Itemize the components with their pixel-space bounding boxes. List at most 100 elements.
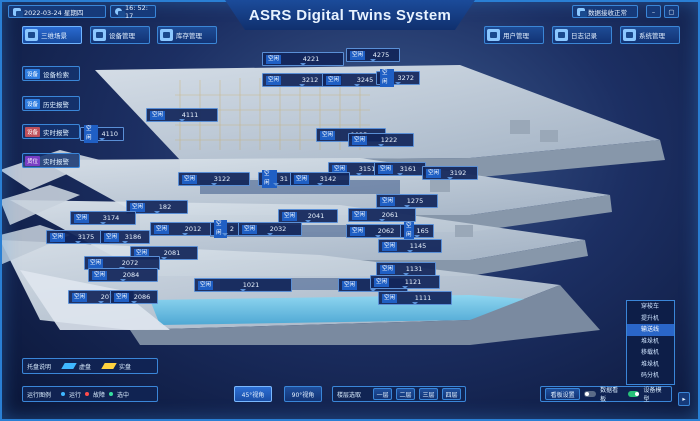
slot-status-badge: 空闲 [380, 69, 395, 87]
run-legend-title: 运行图例 [27, 391, 52, 399]
slot-status-badge: 空闲 [380, 196, 396, 206]
slot-number: 3272 [397, 74, 414, 82]
app-title-bar: ASRS Digital Twins System [225, 0, 475, 30]
slot-label[interactable]: 空闲 1275 [376, 194, 438, 208]
view-90-button[interactable]: 90°视角 [284, 386, 322, 402]
slot-label[interactable]: 空闲 31 [258, 170, 294, 188]
board-settings-button[interactable]: 看板设置 [545, 388, 581, 400]
slot-number: 1111 [414, 294, 432, 302]
selected-color-icon [109, 392, 114, 396]
slot-label[interactable]: 空闲 2084 [88, 268, 158, 282]
slot-number: 1121 [404, 278, 422, 286]
slot-status-badge: 空闲 [378, 164, 394, 174]
slot-status-badge: 空闲 [350, 226, 366, 236]
collapse-icon: ▸ [682, 395, 686, 403]
device-menu-item[interactable]: 提升机 [627, 313, 674, 325]
nav-3d-scene[interactable]: 三维场景 [22, 26, 82, 44]
slot-status-badge: 空闲 [262, 170, 277, 188]
device-menu-item[interactable]: 移载机 [627, 347, 674, 359]
slot-label[interactable]: 空闲 2032 [238, 222, 302, 236]
slot-label[interactable]: 空闲 1021 [194, 278, 292, 292]
date-text: 2022-03-24 星期四 [24, 8, 84, 17]
slot-status-badge: 空闲 [382, 293, 398, 303]
device-menu-item[interactable]: 输送线 [627, 324, 674, 336]
slot-status-badge: 空闲 [88, 258, 104, 268]
slot-label[interactable]: 空闲 3122 [178, 172, 250, 186]
nav-device-management[interactable]: 设备管理 [90, 26, 150, 44]
device-type-menu: 穿梭车 提升机 输送线 堆垛机 移载机 堆垛机 码分机 [626, 300, 675, 385]
nav-label: 用户管理 [503, 32, 529, 40]
slot-label[interactable]: 空闲 2041 [278, 209, 338, 223]
running-color-icon [61, 392, 66, 396]
floor-4-button[interactable]: 四层 [442, 388, 462, 400]
slot-number: 1275 [406, 197, 424, 205]
maximize-button[interactable]: ▢ [664, 5, 679, 18]
sidebar-label: 设备检索 [43, 70, 70, 79]
floor-2-button[interactable]: 二层 [396, 388, 416, 400]
sidebar-device-realtime-alarm[interactable]: 设备 实时报警 [22, 124, 80, 139]
slot-label[interactable]: 空闲 4110 [80, 125, 124, 143]
slot-label[interactable]: 空闲 1111 [378, 291, 452, 305]
slot-label[interactable]: 空闲 2061 [348, 208, 416, 222]
inventory-icon [160, 29, 173, 41]
minimize-icon: – [651, 7, 656, 16]
floor-3-button[interactable]: 三层 [419, 388, 439, 400]
slot-number: 1131 [405, 265, 423, 273]
slot-number: 2084 [122, 271, 140, 279]
nav-log-records[interactable]: 日志记录 [552, 26, 612, 44]
nav-user-management[interactable]: 用户管理 [484, 26, 544, 44]
nav-system-management[interactable]: 系统管理 [620, 26, 680, 44]
floor-1-button[interactable]: 一层 [373, 388, 393, 400]
slot-label[interactable]: 空闲 3186 [100, 230, 150, 244]
slot-status-badge: 空闲 [84, 125, 99, 143]
view-45-button[interactable]: 45°视角 [234, 386, 272, 402]
sidebar-tag: 设备 [25, 98, 41, 109]
slot-number: 3161 [399, 165, 417, 173]
slot-label[interactable]: 空闲 1131 [376, 262, 436, 276]
slot-label[interactable]: 空闲 1145 [378, 239, 442, 253]
floor-selector: 楼层选取 一层 二层 三层 四层 [332, 386, 466, 402]
slot-status-badge: 空闲 [352, 210, 368, 220]
slot-status-badge: 空闲 [114, 292, 130, 302]
slot-label[interactable]: 空闲 3142 [290, 172, 350, 186]
slot-label[interactable]: 空闲 2086 [110, 290, 158, 304]
device-menu-item[interactable]: 堆垛机 [627, 359, 674, 371]
minimize-button[interactable]: – [646, 5, 661, 18]
sidebar-slot-realtime-alarm[interactable]: 货位 实时报警 [22, 153, 80, 168]
time-text: 16: 52: 17 [125, 3, 148, 20]
device-model-toggle[interactable] [627, 391, 640, 397]
slot-label[interactable]: 空闲 2 [210, 220, 240, 238]
slot-status-badge: 空闲 [350, 50, 366, 60]
slot-label[interactable]: 空闲 3192 [422, 166, 478, 180]
empty-pallet-label: 虚盘 [79, 363, 92, 371]
data-board-toggle[interactable] [584, 391, 597, 397]
slot-status-badge: 空闲 [326, 75, 342, 85]
slot-label[interactable]: 空闲 3272 [376, 69, 420, 87]
slot-number: 1021 [242, 281, 260, 289]
slot-label[interactable]: 空闲 1222 [348, 133, 414, 147]
slot-status-badge: 空闲 [382, 241, 398, 251]
device-menu-item[interactable]: 堆垛机 [627, 336, 674, 348]
slot-label[interactable]: 空闲 165 [400, 222, 434, 240]
device-menu-item[interactable]: 码分机 [627, 370, 674, 382]
slot-label[interactable]: 空闲 1121 [370, 275, 440, 289]
slot-label[interactable]: 空闲 3161 [374, 162, 426, 176]
nav-inventory-management[interactable]: 库存管理 [157, 26, 217, 44]
device-menu-item[interactable]: 穿梭车 [627, 301, 674, 313]
cube-icon [25, 29, 38, 41]
slot-label[interactable]: 空闲 4221 [262, 52, 344, 66]
slot-status-badge: 空闲 [74, 213, 90, 223]
run-label: 选中 [117, 391, 130, 399]
nav-label: 日志记录 [571, 32, 597, 40]
slot-status-badge: 空闲 [320, 130, 336, 140]
slot-label[interactable]: 空闲 3174 [70, 211, 136, 225]
slot-number: 3174 [102, 214, 120, 222]
collapse-button[interactable]: ▸ [678, 392, 690, 406]
sidebar-device-search[interactable]: 设备 设备检索 [22, 66, 80, 81]
sidebar-history-alarm[interactable]: 设备 历史报警 [22, 96, 80, 111]
slot-status-badge: 空闲 [150, 110, 166, 120]
device-icon [93, 29, 106, 41]
slot-label[interactable]: 空闲 4111 [146, 108, 218, 122]
app-title: ASRS Digital Twins System [248, 6, 452, 24]
slot-label[interactable]: 空闲 4275 [346, 48, 400, 62]
